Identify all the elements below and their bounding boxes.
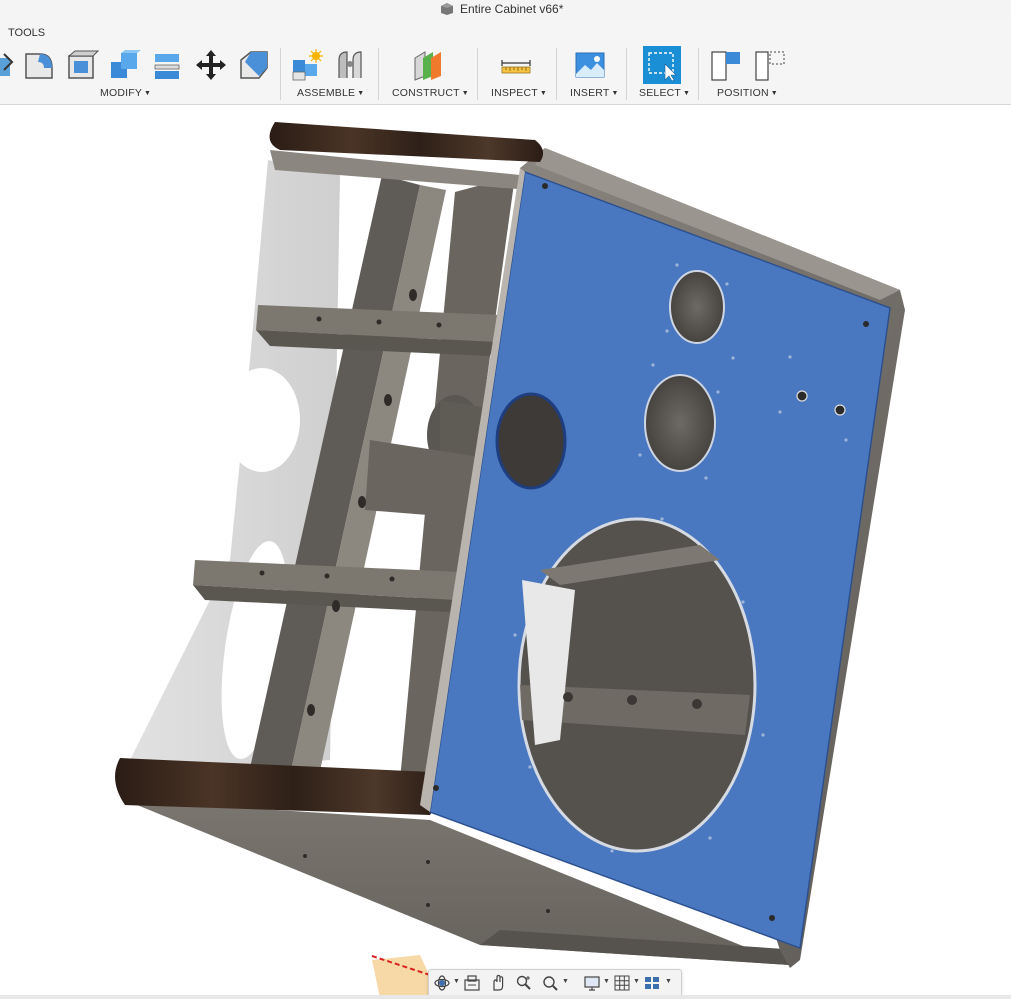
press-pull-icon[interactable] bbox=[0, 46, 20, 84]
zoom-dropdown[interactable]: ▼ bbox=[562, 978, 569, 985]
viewports-dropdown[interactable]: ▼ bbox=[665, 978, 672, 985]
toolbar-ribbon: TOOLS MODIFY ▼ ASSEMBLE ▼ CONSTRUCT ▼ INSPE… bbox=[0, 20, 1011, 105]
cabinet-model[interactable] bbox=[0, 105, 1011, 995]
group-divider bbox=[280, 48, 281, 100]
orbit-icon[interactable] bbox=[431, 973, 453, 993]
orbit-dropdown[interactable]: ▼ bbox=[453, 978, 460, 985]
group-divider bbox=[698, 48, 699, 100]
new-component-icon[interactable] bbox=[288, 46, 326, 84]
document-title: Entire Cabinet v66* bbox=[460, 2, 564, 16]
title-bar: Entire Cabinet v66* bbox=[0, 0, 1011, 20]
look-at-icon[interactable] bbox=[461, 973, 483, 993]
shell-icon[interactable] bbox=[63, 46, 101, 84]
group-divider bbox=[626, 48, 627, 100]
joint-icon[interactable] bbox=[331, 46, 369, 84]
grid-icon[interactable] bbox=[611, 973, 633, 993]
revert-position-icon[interactable] bbox=[751, 46, 789, 84]
combine-icon[interactable] bbox=[106, 46, 144, 84]
display-settings-icon[interactable] bbox=[581, 973, 603, 993]
insert-menu[interactable]: INSERT ▼ bbox=[570, 87, 619, 99]
chamfer-icon[interactable] bbox=[235, 46, 273, 84]
port-cutout bbox=[495, 392, 567, 490]
position-menu[interactable]: POSITION ▼ bbox=[717, 87, 778, 99]
viewports-icon[interactable] bbox=[641, 973, 663, 993]
assemble-menu[interactable]: ASSEMBLE ▼ bbox=[297, 87, 364, 99]
capture-position-icon[interactable] bbox=[707, 46, 745, 84]
split-body-icon[interactable] bbox=[149, 46, 187, 84]
modify-menu[interactable]: MODIFY ▼ bbox=[100, 87, 151, 99]
model-viewport[interactable] bbox=[0, 105, 1011, 995]
navigation-bar: ▼ ▼ ▼ ▼ ▼ bbox=[428, 969, 682, 997]
zoom-icon[interactable] bbox=[513, 973, 535, 993]
offset-plane-icon[interactable] bbox=[409, 46, 447, 84]
document-icon bbox=[441, 3, 453, 15]
window-select-icon[interactable] bbox=[643, 46, 681, 84]
display-dropdown[interactable]: ▼ bbox=[603, 978, 610, 985]
group-divider bbox=[556, 48, 557, 100]
pan-icon[interactable] bbox=[487, 973, 509, 993]
group-divider bbox=[477, 48, 478, 100]
move-icon[interactable] bbox=[192, 46, 230, 84]
fillet-icon[interactable] bbox=[20, 46, 58, 84]
insert-image-icon[interactable] bbox=[571, 46, 609, 84]
inspect-menu[interactable]: INSPECT ▼ bbox=[491, 87, 547, 99]
midrange-cutout bbox=[644, 374, 716, 472]
select-menu[interactable]: SELECT ▼ bbox=[639, 87, 690, 99]
tab-tools[interactable]: TOOLS bbox=[8, 27, 45, 39]
grid-dropdown[interactable]: ▼ bbox=[633, 978, 640, 985]
tweeter-cutout bbox=[669, 270, 725, 344]
status-strip bbox=[0, 995, 1011, 999]
group-divider bbox=[378, 48, 379, 100]
construct-menu[interactable]: CONSTRUCT ▼ bbox=[392, 87, 469, 99]
fit-icon[interactable] bbox=[539, 973, 561, 993]
measure-icon[interactable] bbox=[497, 46, 535, 84]
